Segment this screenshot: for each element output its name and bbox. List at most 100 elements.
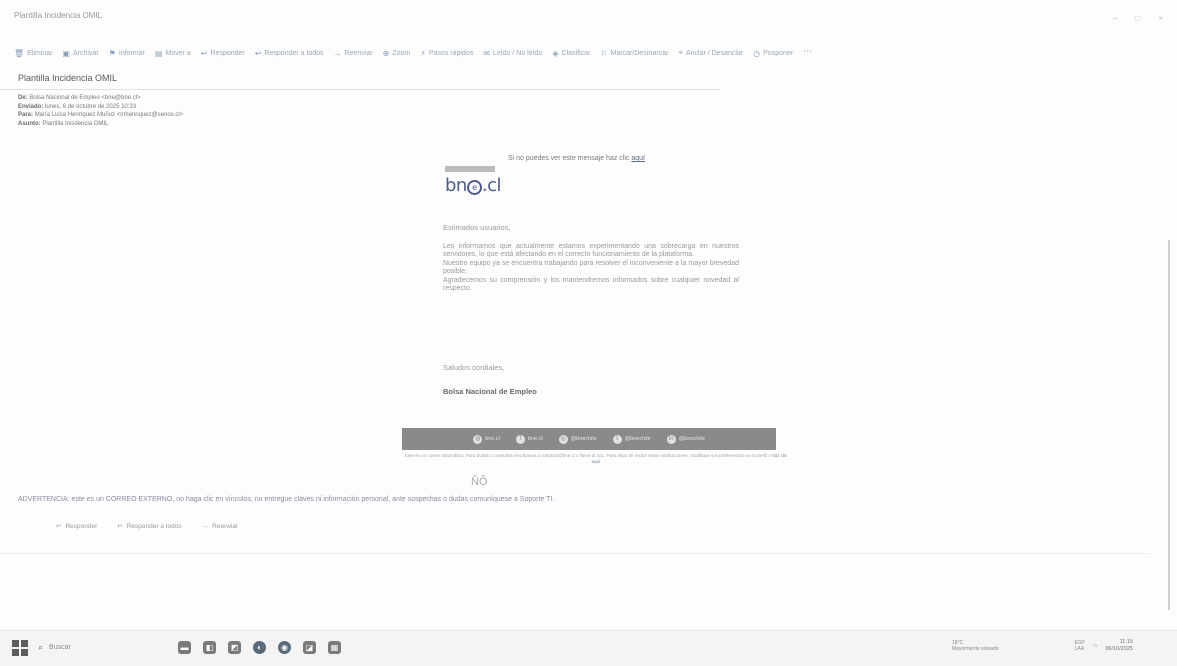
preheader-link[interactable]: aquí <box>631 155 645 162</box>
lang-layout: LAA <box>1074 646 1085 652</box>
pin-button[interactable]: ⌖ Anclar / Desanclar <box>678 46 743 60</box>
reply-button[interactable]: ↩ Responder <box>201 46 245 60</box>
logo-text: bn <box>445 175 467 196</box>
toolbar-label: Eliminar <box>27 49 53 57</box>
to-value[interactable]: María Luisa Henríquez Muñoz <mhenriquez@… <box>35 112 184 118</box>
message-toolbar: 🗑 Eliminar ▣ Archivar ⚑ Informar ▤ Mover a ↩… <box>14 46 812 60</box>
forward-button[interactable]: → Reenviar <box>334 46 373 60</box>
system-tray: 18°C Mayormente soleado ESP LAA ▭ 11:15 … <box>952 639 1133 653</box>
email-fine-print: Este es un correo automático. Para dudas… <box>402 453 790 464</box>
archive-icon: ▣ <box>62 48 71 58</box>
social-link-facebook[interactable]: f bne.cl <box>515 434 543 444</box>
photos-icon[interactable]: ◪ <box>303 641 316 654</box>
subject-label: Asunto: <box>18 120 41 127</box>
forward-icon: → <box>201 522 209 530</box>
clock[interactable]: 11:15 06/10/2025 <box>1105 639 1133 653</box>
delete-button[interactable]: 🗑 Eliminar <box>14 46 52 60</box>
weather-widget[interactable]: 18°C Mayormente soleado <box>952 640 999 652</box>
report-button[interactable]: ⚑ Informar <box>109 46 145 60</box>
instagram-icon: ◎ <box>558 434 568 444</box>
social-link-web[interactable]: ◍ bne.cl <box>473 434 500 444</box>
social-bar: ◍ bne.cl f bne.cl ◎ @bnechile t @bnechile in… <box>402 428 776 450</box>
reply-actions: ↩ Responder ↩ Responder a todos → Reenviar <box>56 522 239 531</box>
trash-icon: 🗑 <box>14 48 25 58</box>
reply-all-button[interactable]: ↩ Responder a todos <box>255 46 324 60</box>
reply-all-label: Responder a todos <box>126 522 182 530</box>
external-mail-warning: ADVERTENCIA: este es un CORREO EXTERNO, … <box>18 496 555 503</box>
web-icon: ◍ <box>473 434 483 444</box>
zoom-icon: ⊕ <box>382 48 390 58</box>
toolbar-label: Mover a <box>165 49 191 57</box>
social-label: bne.cl <box>527 436 543 442</box>
social-link-instagram[interactable]: ◎ @bnechile <box>558 434 597 444</box>
gov-logo-icon: ÑÕ <box>471 476 488 488</box>
reply-all-button-bottom[interactable]: ↩ Responder a todos <box>117 522 182 531</box>
social-label: @bnechile <box>570 436 597 442</box>
toolbar-label: Anclar / Desanclar <box>685 49 744 57</box>
toolbar-label: Responder <box>210 49 245 57</box>
social-link-linkedin[interactable]: in @bnechile <box>666 434 705 444</box>
reply-icon: ↩ <box>200 48 208 58</box>
clock-date: 06/10/2025 <box>1105 646 1133 652</box>
zoom-button[interactable]: ⊕ Zoom <box>383 46 411 60</box>
quick-steps-button[interactable]: ⚡ Pasos rápidos <box>420 46 473 60</box>
twitter-icon: t <box>612 434 622 444</box>
language-indicator[interactable]: ESP LAA <box>1075 640 1085 652</box>
social-label: @bnechile <box>678 436 705 442</box>
more-options-icon[interactable]: ⋯ <box>803 46 812 60</box>
message-subject: Plantilla Incidencia OMIL <box>18 73 118 83</box>
teams-icon[interactable]: ▦ <box>328 641 341 654</box>
maximize-button[interactable]: □ <box>1135 14 1140 23</box>
logo-domain: .cl <box>481 175 502 196</box>
paragraph-3: Agradecemos su comprensión y los mantend… <box>443 276 739 293</box>
report-icon: ⚑ <box>108 48 116 58</box>
taskbar-search[interactable]: ⌕ Buscar <box>38 642 71 653</box>
weather-desc: Mayormente soleado <box>952 646 999 652</box>
reply-button-bottom[interactable]: ↩ Responder <box>56 522 97 531</box>
sent-value: lunes, 6 de octubre de 2025 10:33 <box>45 103 137 110</box>
toolbar-label: Responder a todos <box>264 49 324 57</box>
window-controls: – □ × <box>1113 14 1163 23</box>
chrome-icon[interactable]: ◉ <box>278 641 291 654</box>
facebook-icon: f <box>515 434 525 444</box>
classify-button[interactable]: ◈ Clasificar <box>552 46 590 60</box>
toolbar-label: Marcar/Desmarcar <box>610 49 669 57</box>
window-titlebar: Plantilla Incidencia OMIL – □ × <box>0 0 1177 34</box>
preheader-text: Si no puedes ver este mensaje haz clic <box>508 155 630 162</box>
from-value[interactable]: Bolsa Nacional de Empleo <bne@bne.cl> <box>29 95 140 101</box>
logo-at-mark: e <box>466 180 482 195</box>
snooze-button[interactable]: ◷ Posponer <box>753 46 793 60</box>
toolbar-label: Leído / No leído <box>492 49 543 57</box>
close-button[interactable]: × <box>1158 14 1163 23</box>
taskbar-apps: ▬ ◧ ◩ ◐ ◉ ◪ ▦ <box>178 641 341 654</box>
move-to-button[interactable]: ▤ Mover a <box>155 46 191 60</box>
sent-label: Enviado: <box>18 103 44 110</box>
paragraph-2: Nuestro equipo ya se encuentra trabajand… <box>443 259 739 276</box>
edge-icon[interactable]: ◐ <box>253 641 266 654</box>
toolbar-label: Posponer <box>763 49 794 57</box>
fine-print-text: Este es un correo automático. Para dudas… <box>404 453 771 458</box>
toolbar-label: Archivar <box>73 49 99 57</box>
linkedin-icon: in <box>666 434 676 444</box>
toolbar-label: Clasificar <box>561 49 591 57</box>
start-button[interactable] <box>12 640 28 656</box>
forward-button-bottom[interactable]: → Reenviar <box>202 522 239 530</box>
pin-icon: ⌖ <box>678 48 683 57</box>
email-closing: Saludos cordiales, <box>443 363 505 372</box>
outlook-icon[interactable]: ◩ <box>228 641 241 654</box>
paragraph-1: Les informamos que actualmente estamos e… <box>443 243 739 259</box>
search-placeholder: Buscar <box>49 644 71 651</box>
snooze-icon: ◷ <box>753 48 761 58</box>
scrollbar[interactable] <box>1168 240 1170 610</box>
email-paragraph: Les informamos que actualmente estamos e… <box>443 243 739 293</box>
file-explorer-icon[interactable]: ▬ <box>178 641 191 654</box>
store-icon[interactable]: ◧ <box>203 641 216 654</box>
read-unread-button[interactable]: ✉ Leído / No leído <box>483 46 542 60</box>
social-link-twitter[interactable]: t @bnechile <box>612 434 651 444</box>
reply-all-icon: ↩ <box>117 523 123 530</box>
flag-button[interactable]: ⚐ Marcar/Desmarcar <box>600 46 668 60</box>
network-icon[interactable]: ▭ <box>1093 643 1098 649</box>
minimize-button[interactable]: – <box>1113 14 1117 23</box>
archive-button[interactable]: ▣ Archivar <box>62 46 98 60</box>
forward-label: Reenviar <box>212 522 239 530</box>
